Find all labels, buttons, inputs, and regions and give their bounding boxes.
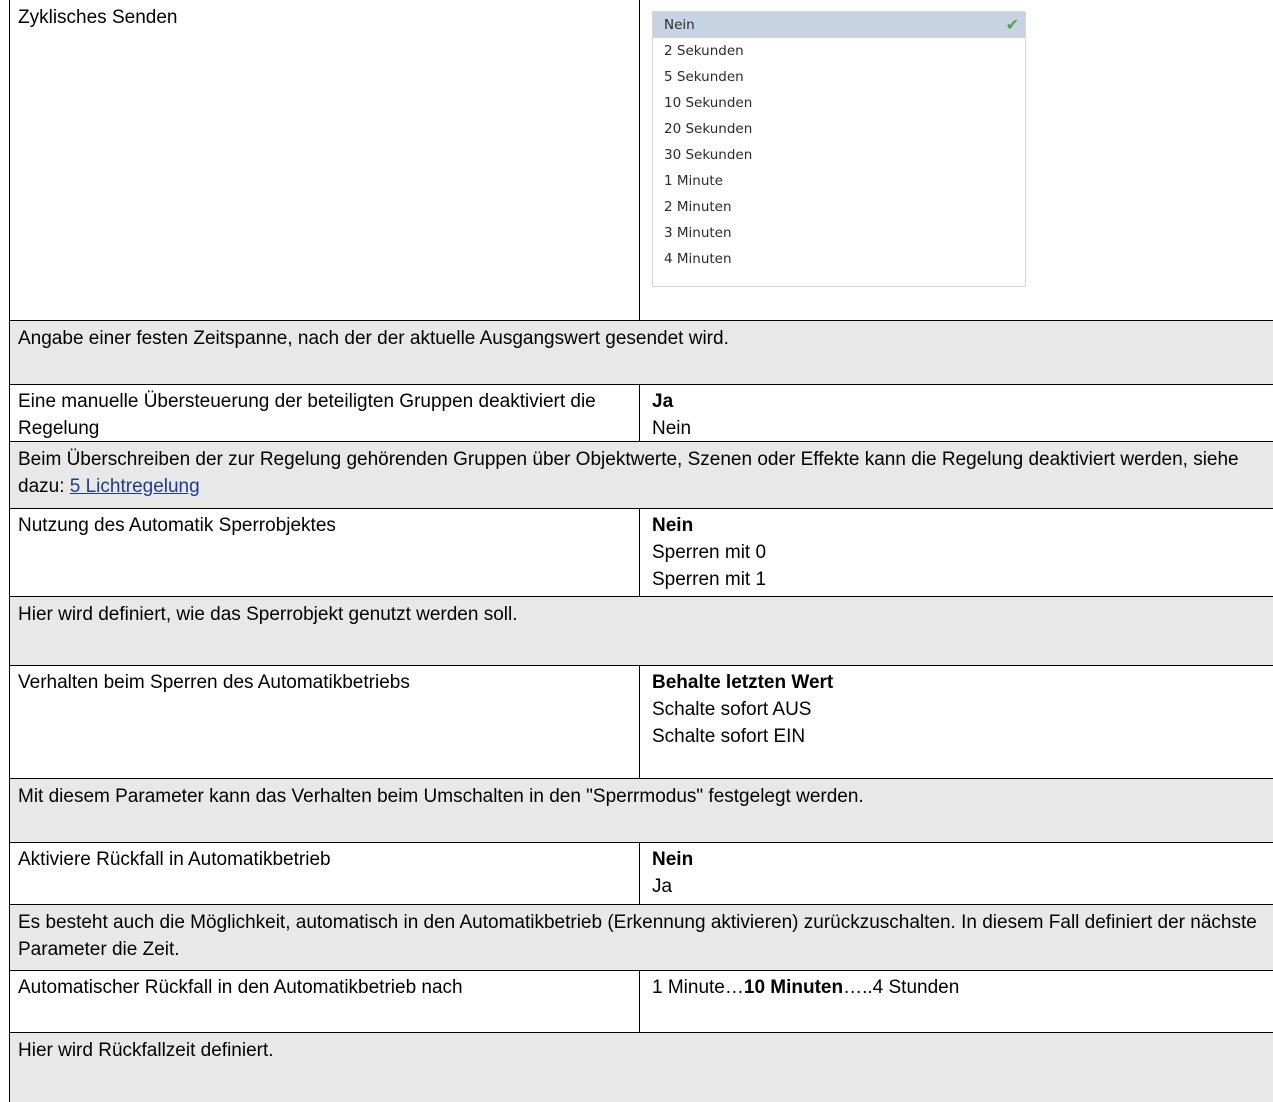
option: Schalte sofort EIN <box>652 726 806 747</box>
param-name: Eine manuelle Übersteuerung der beteilig… <box>18 391 596 439</box>
row-verhalten: Verhalten beim Sperren des Automatikbetr… <box>10 665 1273 778</box>
row-uebersteuerung: Eine manuelle Übersteuerung der beteilig… <box>10 384 1273 441</box>
options-list: Nein Ja <box>652 846 693 900</box>
option-default: Nein <box>652 515 694 536</box>
description-verhalten: Mit diesem Parameter kann das Verhalten … <box>10 778 1273 842</box>
column-divider <box>639 970 640 1032</box>
option-default: Ja <box>652 391 674 412</box>
description-body: Beim Überschreiben der zur Regelung gehö… <box>18 449 1239 497</box>
param-name: Aktiviere Rückfall in Automatikbetrieb <box>18 849 331 870</box>
description-zyklisches-senden: Angabe einer festen Zeitspanne, nach der… <box>10 320 1273 384</box>
row-divider <box>9 778 1273 779</box>
option: Ja <box>652 876 673 897</box>
range-default: 10 Minuten <box>743 977 844 998</box>
table-border-left <box>9 0 10 1102</box>
description-text: Angabe einer festen Zeitspanne, nach der… <box>18 328 729 349</box>
dropdown-item[interactable]: 10 Sekunden <box>653 90 1025 116</box>
row-divider <box>9 596 1273 597</box>
param-name: Verhalten beim Sperren des Automatikbetr… <box>18 672 410 693</box>
option: Schalte sofort AUS <box>652 699 812 720</box>
dropdown-item[interactable]: 2 Minuten <box>653 194 1025 220</box>
options-list: Behalte letzten Wert Schalte sofort AUS … <box>652 669 833 750</box>
options-list: Ja Nein <box>652 388 691 442</box>
row-divider <box>9 384 1273 385</box>
row-divider <box>9 970 1273 971</box>
row-rueckfall: Aktiviere Rückfall in Automatikbetrieb N… <box>10 842 1273 904</box>
dropdown-item[interactable]: 30 Sekunden <box>653 142 1025 168</box>
description-text: Beim Überschreiben der zur Regelung gehö… <box>18 446 1258 500</box>
options-list: Nein Sperren mit 0 Sperren mit 1 <box>652 512 766 593</box>
description-text: Hier wird definiert, wie das Sperrobjekt… <box>18 604 518 625</box>
range-end: …..4 Stunden <box>843 977 960 998</box>
param-name: Zyklisches Senden <box>18 7 178 28</box>
option: Sperren mit 0 <box>652 542 767 563</box>
dropdown-item[interactable]: 3 Minuten <box>653 220 1025 246</box>
column-divider <box>639 0 640 320</box>
row-divider <box>9 904 1273 905</box>
lichtregelung-link[interactable]: 5 Lichtregelung <box>70 476 200 497</box>
checkmark-icon: ✔ <box>1005 15 1019 34</box>
param-name: Automatischer Rückfall in den Automatikb… <box>18 977 463 998</box>
description-text: Hier wird Rückfallzeit definiert. <box>18 1040 274 1061</box>
option: Sperren mit 1 <box>652 569 767 590</box>
dropdown-item[interactable]: 20 Sekunden <box>653 116 1025 142</box>
description-rueckfall: Es besteht auch die Möglichkeit, automat… <box>10 904 1273 970</box>
column-divider <box>639 508 640 596</box>
row-rueckfall-zeit: Automatischer Rückfall in den Automatikb… <box>10 970 1273 1032</box>
row-divider <box>9 1032 1273 1033</box>
option-default: Nein <box>652 849 694 870</box>
description-sperrobjekt: Hier wird definiert, wie das Sperrobjekt… <box>10 596 1273 665</box>
dropdown-item[interactable]: 2 Sekunden <box>653 38 1025 64</box>
description-text: Es besteht auch die Möglichkeit, automat… <box>18 912 1257 960</box>
column-divider <box>639 842 640 904</box>
description-rueckfall-zeit: Hier wird Rückfallzeit definiert. <box>10 1032 1273 1102</box>
row-divider <box>9 665 1273 666</box>
dropdown-item-label: Nein <box>664 17 695 33</box>
time-range-value: 1 Minute…10 Minuten…..4 Stunden <box>652 974 959 1001</box>
description-text: Mit diesem Parameter kann das Verhalten … <box>18 786 864 807</box>
dropdown-item[interactable]: 1 Minute <box>653 168 1025 194</box>
cyclic-send-dropdown[interactable]: Nein ✔ 2 Sekunden 5 Sekunden 10 Sekunden… <box>652 11 1026 287</box>
column-divider <box>639 384 640 441</box>
row-divider <box>9 842 1273 843</box>
row-divider <box>9 441 1273 442</box>
row-zyklisches-senden: Zyklisches Senden <box>10 0 1273 320</box>
dropdown-item[interactable]: 5 Sekunden <box>653 64 1025 90</box>
row-divider <box>9 320 1273 321</box>
option: Nein <box>652 418 692 439</box>
range-start: 1 Minute… <box>652 977 744 998</box>
column-divider <box>639 665 640 778</box>
row-divider <box>9 508 1273 509</box>
time-range: 1 Minute…10 Minuten…..4 Stunden <box>652 974 959 1001</box>
option-default: Behalte letzten Wert <box>652 672 834 693</box>
parameter-table: Zyklisches Senden Nein ✔ 2 Sekunden 5 Se… <box>0 0 1273 1102</box>
param-name: Nutzung des Automatik Sperrobjektes <box>18 515 336 536</box>
dropdown-item-selected[interactable]: Nein ✔ <box>653 12 1025 38</box>
row-sperrobjekt: Nutzung des Automatik Sperrobjektes Nein… <box>10 508 1273 596</box>
dropdown-item[interactable]: 4 Minuten <box>653 246 1025 272</box>
description-uebersteuerung: Beim Überschreiben der zur Regelung gehö… <box>10 441 1273 508</box>
